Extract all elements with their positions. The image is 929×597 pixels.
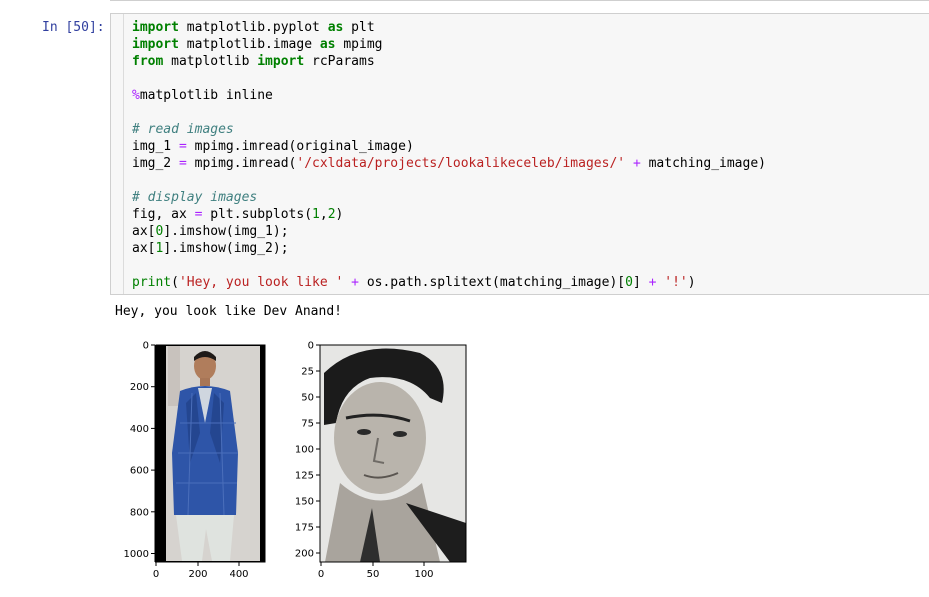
code-token: as (319, 37, 336, 52)
x-tick-label: 50 (367, 569, 380, 580)
code-token: img_2 (132, 156, 179, 171)
y-tick-label: 0 (143, 341, 149, 352)
code-token: 'Hey, you look like ' (178, 275, 344, 290)
code-line: # read images (132, 121, 766, 138)
code-token: import (132, 20, 179, 35)
code-line: ax[1].imshow(img_2); (132, 240, 766, 257)
previous-cell-border (110, 0, 929, 1)
y-tick-label: 1000 (124, 549, 149, 560)
code-token: img_1 (132, 139, 179, 154)
y-tick-label: 150 (295, 497, 314, 508)
code-token: mpimg.imread(original_image) (186, 139, 414, 154)
code-token: matplotlib.image (178, 37, 320, 52)
y-tick-label: 50 (301, 393, 314, 404)
code-token: rcParams (304, 54, 375, 69)
code-token: = (178, 156, 187, 171)
code-token: + (632, 156, 641, 171)
code-editor[interactable]: import matplotlib.pyplot as plt import ma… (123, 14, 929, 294)
output-figure: 02004006008001000 0 200 400 02550751001251… (124, 341, 467, 580)
code-line: import matplotlib.pyplot as plt (132, 19, 766, 36)
code-token: matplotlib inline (139, 88, 273, 103)
code-token: matplotlib (163, 54, 258, 69)
code-token: ] (632, 275, 649, 290)
y-tick-label: 175 (295, 523, 314, 534)
x-tick-label: 400 (229, 569, 248, 580)
code-token: matching_image) (640, 156, 766, 171)
code-line: # display images (132, 189, 766, 206)
code-token: from (132, 54, 164, 69)
code-token: fig, ax (132, 207, 195, 222)
code-text[interactable]: import matplotlib.pyplot as plt import ma… (132, 19, 766, 291)
left-subplot (155, 344, 266, 563)
code-token: plt.subplots( (202, 207, 313, 222)
y-tick-label: 400 (130, 424, 149, 435)
code-token: '/cxldata/projects/lookalikeceleb/images… (296, 156, 626, 171)
code-token: 2 (327, 207, 336, 222)
code-line: %matplotlib inline (132, 87, 766, 104)
right-image-portrait (320, 345, 466, 562)
code-token: '!' (664, 275, 688, 290)
x-tick-label: 0 (318, 569, 324, 580)
code-token: ax[ (132, 224, 156, 239)
code-line: img_1 = mpimg.imread(original_image) (132, 138, 766, 155)
x-tick-label: 100 (414, 569, 433, 580)
code-token: ) (687, 275, 696, 290)
code-line: print('Hey, you look like ' + os.path.sp… (132, 274, 766, 291)
right-subplot (319, 344, 467, 563)
code-token: as (327, 20, 344, 35)
y-tick-label: 800 (130, 507, 149, 518)
code-token: # read images (132, 122, 234, 137)
code-token: ) (335, 207, 344, 222)
y-tick-label: 125 (295, 471, 314, 482)
code-token: ( (171, 275, 179, 290)
code-token: ].imshow(img_1); (163, 224, 289, 239)
output-text: Hey, you look like Dev Anand! (115, 304, 342, 319)
code-token: ].imshow(img_2); (163, 241, 289, 256)
code-token: 1 (312, 207, 320, 222)
code-token: + (351, 275, 359, 290)
code-token: import (132, 37, 179, 52)
code-line: ax[0].imshow(img_1); (132, 223, 766, 240)
y-tick-label: 0 (308, 341, 314, 352)
code-token: mpimg (335, 37, 383, 52)
input-prompt: In [50]: (42, 20, 105, 35)
y-tick-label: 25 (301, 367, 314, 378)
code-token: plt (343, 20, 375, 35)
code-line: from matplotlib import rcParams (132, 53, 766, 70)
code-token: mpimg.imread( (186, 156, 297, 171)
code-token: print (132, 275, 172, 290)
y-tick-label: 200 (130, 382, 149, 393)
code-token: # display images (132, 190, 258, 205)
code-line: img_2 = mpimg.imread('/cxldata/projects/… (132, 155, 766, 172)
code-line: import matplotlib.image as mpimg (132, 36, 766, 53)
code-token: 0 (625, 275, 633, 290)
code-token: , (319, 207, 328, 222)
y-tick-label: 100 (295, 445, 314, 456)
x-tick-label: 200 (188, 569, 207, 580)
y-tick-label: 75 (301, 419, 314, 430)
code-line: fig, ax = plt.subplots(1,2) (132, 206, 766, 223)
y-tick-label: 200 (295, 549, 314, 560)
code-cell[interactable]: import matplotlib.pyplot as plt import ma… (110, 13, 929, 295)
code-token: ax[ (132, 241, 156, 256)
code-token: % (132, 88, 140, 103)
code-token: matplotlib.pyplot (178, 20, 328, 35)
x-tick-label: 0 (153, 569, 159, 580)
y-tick-label: 600 (130, 466, 149, 477)
code-token: import (257, 54, 305, 69)
code-token: = (178, 139, 187, 154)
code-token: os.path.splitext(matching_image)[ (359, 275, 626, 290)
